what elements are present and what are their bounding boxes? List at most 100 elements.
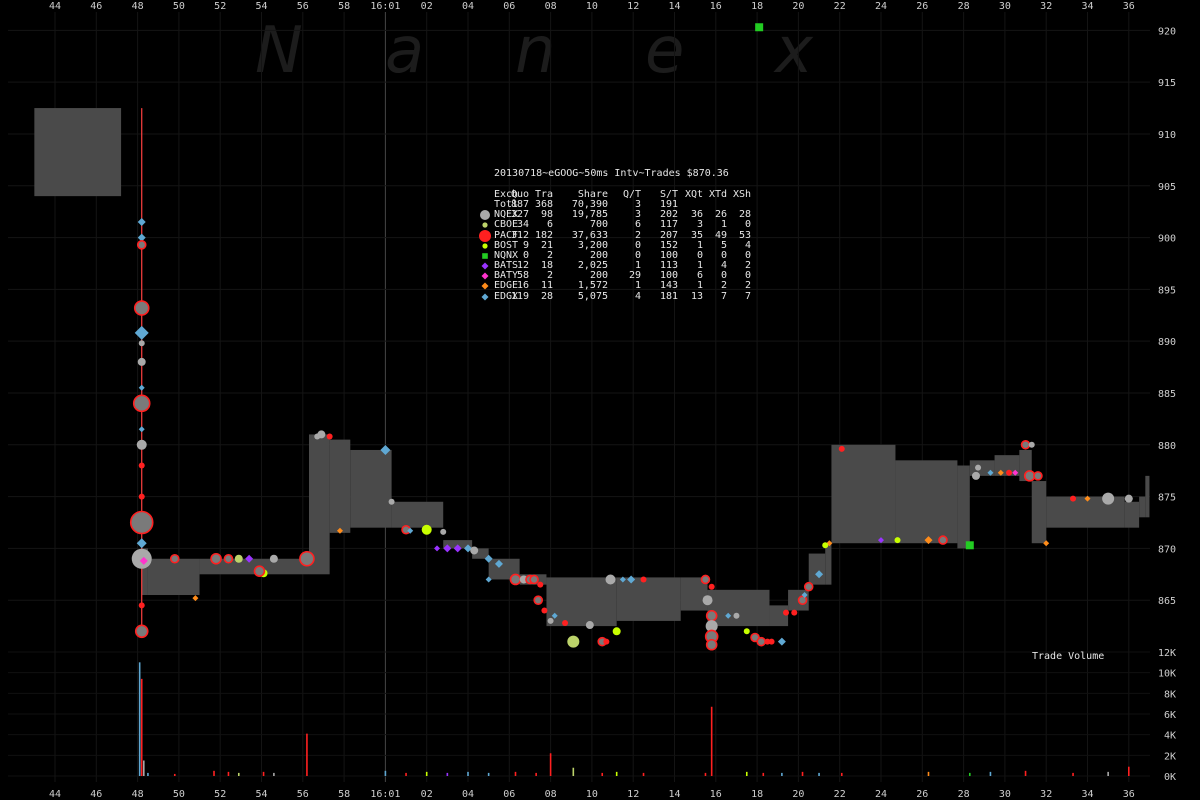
volume-tick-label: 0K <box>1164 772 1176 783</box>
grid-lines <box>8 12 1150 782</box>
trade-marker <box>434 545 441 552</box>
volume-bar <box>425 771 428 776</box>
trade-marker <box>529 574 539 585</box>
volume-bars <box>138 662 1130 776</box>
nbbo-band-segment <box>1145 475 1150 518</box>
trade-marker <box>210 552 222 565</box>
nbbo-band-segment <box>147 558 200 596</box>
trade-marker <box>1006 469 1013 476</box>
x-tick-label: 54 <box>255 789 267 800</box>
nbbo-band-segment <box>34 108 122 197</box>
trade-marker <box>133 300 150 316</box>
x-tick-label: 32 <box>1040 789 1052 800</box>
trade-marker <box>138 340 145 347</box>
volume-bar <box>384 770 387 776</box>
volume-bar <box>514 771 517 776</box>
legend-cell: 7 <box>744 290 751 302</box>
price-tick-label: 920 <box>1158 26 1176 37</box>
trade-marker <box>743 628 750 635</box>
volume-bar <box>467 771 469 776</box>
trade-marker <box>137 357 146 366</box>
trade-marker <box>938 535 948 545</box>
trade-marker <box>134 624 149 639</box>
trade-marker <box>612 627 621 636</box>
trade-marker <box>129 510 154 535</box>
legend-title-row: 20130718~eGOOG~50ms Intv~Trades $870.36 <box>481 169 729 179</box>
x-tick-label: 12 <box>627 789 639 800</box>
x-tick-label: 26 <box>916 789 928 800</box>
x-tick-label: 24 <box>875 1 887 12</box>
x-tick-label: 52 <box>214 1 226 12</box>
x-tick-label: 02 <box>421 1 433 12</box>
x-tick-label: 56 <box>297 1 309 12</box>
trade-marker <box>299 550 315 567</box>
trade-marker <box>733 612 740 619</box>
trade-marker <box>136 439 147 450</box>
trade-marker <box>136 240 147 250</box>
price-tick-label: 905 <box>1158 182 1176 193</box>
trade-marker <box>838 445 845 452</box>
x-tick-label: 22 <box>834 1 846 12</box>
volume-bar <box>572 767 575 776</box>
trade-marker <box>1020 439 1031 450</box>
trade-marker <box>768 638 775 645</box>
x-tick-label: 44 <box>49 1 61 12</box>
volume-bar <box>642 772 645 776</box>
x-tick-label: 30 <box>999 789 1011 800</box>
x-tick-label: 54 <box>255 1 267 12</box>
volume-bar <box>446 772 449 776</box>
price-tick-label: 915 <box>1158 78 1176 89</box>
volume-tick-label: 10K <box>1158 669 1176 680</box>
legend-cell: 4 <box>744 239 751 251</box>
x-tick-label: 10 <box>586 1 598 12</box>
trade-marker <box>975 464 982 471</box>
x-tick-label: 16:01 <box>370 789 400 800</box>
volume-bar <box>745 771 748 776</box>
volume-bar <box>968 772 971 776</box>
nbbo-band-segment <box>957 465 970 549</box>
trade-markers <box>129 23 1133 651</box>
x-tick-label: 06 <box>503 789 515 800</box>
volume-bar <box>147 772 149 776</box>
x-tick-label: 08 <box>545 789 557 800</box>
trade-marker <box>547 617 554 624</box>
trade-marker <box>1102 492 1115 505</box>
trade-marker <box>533 595 544 605</box>
trade-marker <box>755 23 764 32</box>
exchange-legend: 20130718~eGOOG~50ms Intv~Trades $870.36 … <box>479 149 751 302</box>
volume-bar <box>762 772 765 776</box>
volume-bar <box>213 770 215 776</box>
trade-marker <box>134 325 149 340</box>
volume-bar <box>1072 772 1074 776</box>
trade-marker <box>253 565 266 577</box>
nbbo-band-segment <box>616 577 681 621</box>
volume-bar <box>1128 766 1130 776</box>
volume-bar <box>262 771 265 776</box>
nbbo-band-segment <box>769 605 789 627</box>
price-tick-label: 885 <box>1158 389 1176 400</box>
trade-marker <box>421 524 432 535</box>
trade-marker <box>797 595 808 605</box>
nbbo-band-segment <box>1124 501 1140 528</box>
x-tick-label: 20 <box>792 1 804 12</box>
legend-cell: 53 <box>738 229 751 241</box>
trade-marker <box>131 548 152 569</box>
trade-marker <box>562 619 569 626</box>
volume-bar <box>1107 771 1109 776</box>
x-tick-label: 10 <box>586 789 598 800</box>
volume-bar <box>142 760 145 776</box>
x-tick-label: 16 <box>710 789 722 800</box>
x-tick-label: 02 <box>421 789 433 800</box>
nbbo-band-segment <box>1139 496 1146 518</box>
x-tick-label: 30 <box>999 1 1011 12</box>
x-tick-label: 48 <box>132 789 144 800</box>
volume-bar <box>140 678 143 776</box>
nbbo-band-segment <box>808 553 826 585</box>
volume-bar <box>138 662 141 776</box>
trade-marker <box>509 573 522 586</box>
x-tick-label: 16 <box>710 1 722 12</box>
trade-marker <box>137 218 146 227</box>
x-tick-label: 18 <box>751 1 763 12</box>
nbbo-band-segment <box>1031 481 1047 544</box>
nbbo-band-segment <box>825 543 832 585</box>
